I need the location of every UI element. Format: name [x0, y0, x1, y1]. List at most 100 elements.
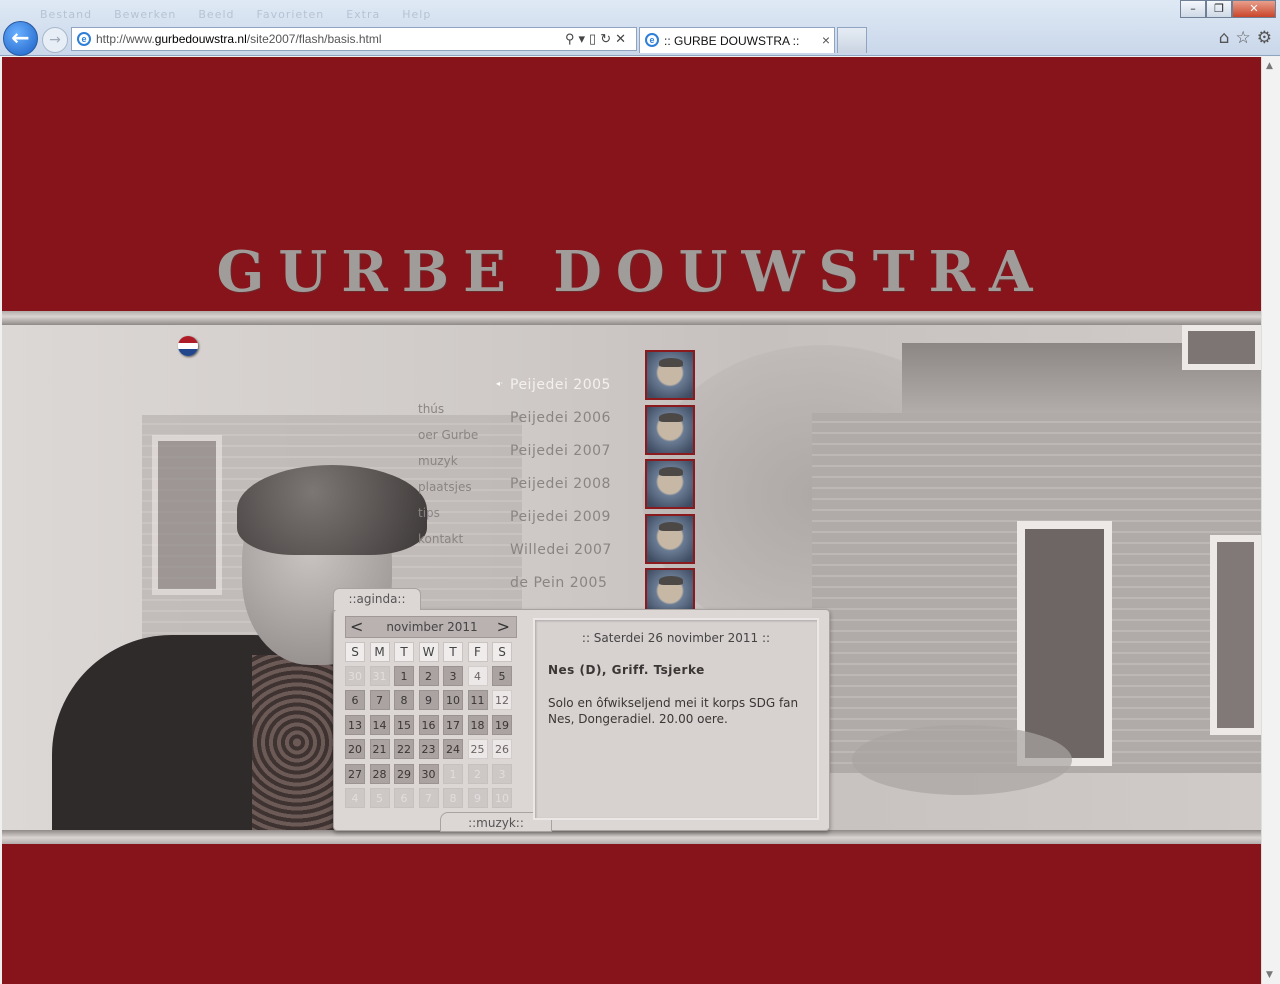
calendar-day[interactable]: 15: [394, 714, 414, 735]
background-door: [1017, 521, 1112, 766]
event-item[interactable]: de Pein 2005: [510, 575, 612, 608]
calendar-day[interactable]: 25: [467, 739, 488, 760]
portrait-cap: [237, 465, 427, 555]
bottom-divider: [2, 830, 1261, 844]
scroll-up-icon[interactable]: ▲: [1266, 61, 1273, 71]
event-thumbnail[interactable]: [645, 513, 695, 564]
minimize-icon[interactable]: –: [1180, 0, 1206, 18]
ie-page-icon: e: [77, 32, 91, 46]
url-prefix: http://www.: [96, 32, 155, 46]
back-arrow-icon[interactable]: ←: [3, 21, 38, 56]
calendar-day[interactable]: 9: [418, 690, 439, 711]
calendar-day[interactable]: 20: [345, 739, 365, 760]
calendar-day[interactable]: 8: [394, 690, 414, 711]
tab-title: :: GURBE DOUWSTRA ::: [664, 34, 800, 48]
calendar-day: 6: [394, 787, 414, 808]
calendar-day[interactable]: 1: [394, 666, 414, 686]
calendar-day[interactable]: 4: [467, 666, 488, 686]
event-thumbnail[interactable]: [645, 404, 695, 455]
settings-gear-icon[interactable]: ⚙: [1257, 28, 1272, 48]
agenda-tab[interactable]: ::aginda::: [333, 588, 421, 610]
close-window-icon[interactable]: ✕: [1232, 0, 1276, 18]
favorites-star-icon[interactable]: ☆: [1236, 28, 1251, 48]
calendar-day[interactable]: 30: [418, 763, 439, 784]
address-tools-icon[interactable]: ⚲▾▯↻✕: [565, 31, 630, 47]
page-scrollbar[interactable]: ▲ ▼: [1261, 57, 1280, 984]
nav-item[interactable]: thús: [418, 402, 478, 428]
event-label: Peijedei 2007: [510, 443, 611, 459]
site-nav: thús oer Gurbe muzyk plaatsjes tips kontakt: [418, 402, 478, 558]
event-label: Willedei 2007: [510, 542, 612, 558]
new-tab-button[interactable]: [837, 27, 867, 53]
restore-icon[interactable]: ❐: [1206, 0, 1232, 18]
calendar-day[interactable]: 29: [394, 763, 414, 784]
browser-tab-active[interactable]: e :: GURBE DOUWSTRA :: ×: [639, 27, 835, 53]
calendar-day: 2: [467, 763, 488, 784]
address-bar[interactable]: e http://www.gurbedouwstra.nl/site2007/f…: [71, 27, 637, 51]
calendar-day[interactable]: 27: [345, 763, 365, 784]
calendar-day[interactable]: 22: [394, 739, 414, 760]
event-label: Peijedei 2006: [510, 410, 611, 426]
browser-tools: ⌂ ☆ ⚙: [1219, 28, 1272, 48]
event-detail: :: Saterdei 26 novimber 2011 :: Nes (D),…: [533, 618, 819, 820]
calendar-day[interactable]: 13: [345, 714, 365, 735]
calendar-day[interactable]: 2: [418, 666, 439, 686]
menu-bar-ghost: Bestand Bewerken Beeld Favorieten Extra Help: [40, 8, 453, 21]
event-item[interactable]: ◂· Peijedei 2005: [496, 377, 612, 410]
nav-item[interactable]: kontakt: [418, 532, 478, 558]
calendar-day[interactable]: 19: [492, 714, 512, 735]
weekday-label: T: [394, 642, 414, 662]
nav-item[interactable]: muzyk: [418, 454, 478, 480]
calendar-day[interactable]: 3: [443, 666, 463, 686]
event-item[interactable]: Peijedei 2007: [510, 443, 612, 476]
event-item[interactable]: Peijedei 2008: [510, 476, 612, 509]
event-thumbnail[interactable]: [645, 350, 695, 400]
menu-item-ghost: Bestand: [40, 8, 93, 21]
background-bush: [852, 725, 1072, 795]
calendar-day[interactable]: 12: [492, 690, 512, 711]
menu-item-ghost: Help: [402, 8, 432, 21]
calendar-day[interactable]: 10: [443, 690, 463, 711]
url-path: /site2007/flash/basis.html: [246, 32, 382, 46]
weekday-label: S: [345, 642, 365, 662]
forward-arrow-icon[interactable]: →: [42, 27, 68, 53]
nav-item[interactable]: tips: [418, 506, 478, 532]
nav-item[interactable]: plaatsjes: [418, 480, 478, 506]
calendar-day: 8: [443, 787, 463, 808]
weekday-label: F: [467, 642, 488, 662]
event-detail-title: :: Saterdei 26 novimber 2011 ::: [581, 631, 771, 645]
next-month-button[interactable]: >: [497, 617, 510, 637]
menu-item-ghost: Bewerken: [114, 8, 177, 21]
calendar-day[interactable]: 23: [418, 739, 439, 760]
calendar-day[interactable]: 26: [492, 739, 512, 760]
weekday-label: M: [369, 642, 390, 662]
calendar-day[interactable]: 6: [345, 690, 365, 711]
calendar-day: 31: [369, 666, 390, 686]
event-item[interactable]: Willedei 2007: [510, 542, 612, 575]
calendar-day[interactable]: 24: [443, 739, 463, 760]
event-item[interactable]: Peijedei 2006: [510, 410, 612, 443]
site-logo: GURBE DOUWSTRA: [216, 239, 1047, 305]
calendar-day[interactable]: 18: [467, 714, 488, 735]
event-thumbnail[interactable]: [645, 459, 695, 509]
scroll-down-icon[interactable]: ▼: [1266, 970, 1273, 980]
calendar-day: 7: [418, 787, 439, 808]
dutch-flag-icon[interactable]: [178, 336, 198, 356]
calendar-day[interactable]: 28: [369, 763, 390, 784]
event-item[interactable]: Peijedei 2009: [510, 509, 612, 542]
menu-item-ghost: Beeld: [198, 8, 235, 21]
calendar-day: 1: [443, 763, 463, 784]
calendar-day[interactable]: 11: [467, 690, 488, 711]
nav-item[interactable]: oer Gurbe: [418, 428, 478, 454]
calendar-day[interactable]: 7: [369, 690, 390, 711]
close-tab-icon[interactable]: ×: [822, 32, 830, 48]
weekday-label: W: [418, 642, 439, 662]
calendar-day[interactable]: 5: [492, 666, 512, 686]
home-icon[interactable]: ⌂: [1219, 28, 1230, 48]
calendar-day[interactable]: 17: [443, 714, 463, 735]
calendar-header: < novimber 2011 >: [345, 616, 517, 638]
weekday-label: S: [492, 642, 512, 662]
calendar-day[interactable]: 21: [369, 739, 390, 760]
calendar-day[interactable]: 16: [418, 714, 439, 735]
calendar-day[interactable]: 14: [369, 714, 390, 735]
